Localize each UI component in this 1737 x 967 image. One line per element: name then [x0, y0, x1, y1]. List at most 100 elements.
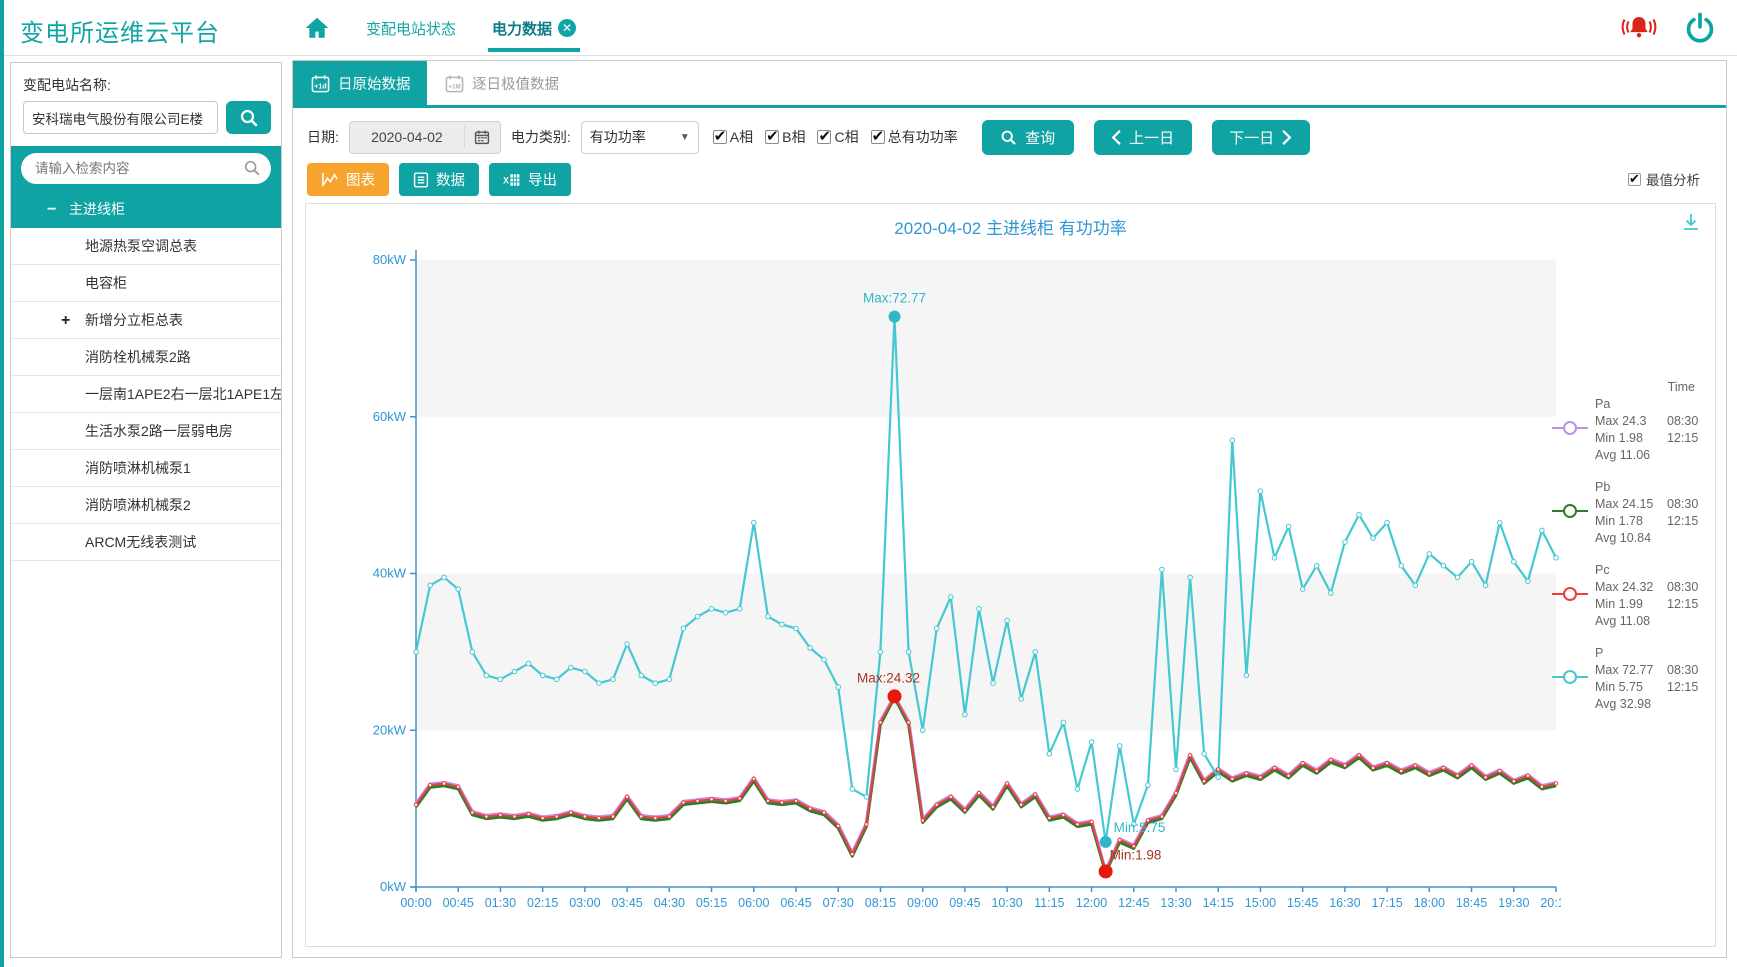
svg-text:16:30: 16:30 [1329, 896, 1360, 910]
checkbox-icon [1628, 173, 1641, 186]
station-name-label: 变配电站名称: [23, 75, 281, 95]
svg-text:80kW: 80kW [373, 252, 407, 267]
legend-min-row: Min 1.9812:15 [1595, 430, 1709, 447]
tree-item[interactable]: −主进线柜 [11, 191, 281, 228]
tree-item[interactable]: 电容柜 [11, 265, 281, 302]
tree-item-label: 消防喷淋机械泵1 [85, 460, 191, 476]
phase-checkbox[interactable]: B相 [765, 127, 805, 147]
power-type-value: 有功功率 [590, 127, 646, 147]
tree-item[interactable]: 地源热泵空调总表 [11, 228, 281, 265]
tree-item-label: 消防喷淋机械泵2 [85, 497, 191, 513]
chevron-right-icon [1282, 130, 1292, 145]
nav-tab-label: 变配电站状态 [366, 18, 456, 39]
svg-text:15:00: 15:00 [1245, 896, 1276, 910]
download-icon[interactable] [1681, 212, 1701, 232]
svg-text:60kW: 60kW [373, 409, 407, 424]
next-day-label: 下一日 [1229, 127, 1274, 148]
chart-svg: 0kW20kW40kW60kW80kW00:0000:4501:3002:150… [306, 232, 1561, 944]
calendar-month-icon: +1M [445, 74, 464, 93]
legend-entry[interactable]: Pc Max 24.3208:30 Min 1.9912:15 Avg 11.0… [1551, 562, 1709, 630]
tree-item[interactable]: 生活水泵2路一层弱电房 [11, 413, 281, 450]
next-day-button[interactable]: 下一日 [1212, 120, 1310, 155]
prev-day-button[interactable]: 上一日 [1094, 120, 1192, 155]
sidebar: 变配电站名称: −主进线柜地源热泵空调总表电容柜+ 新增分立柜总表消防栓机械泵2路… [10, 62, 282, 958]
tree-item-label: 地源热泵空调总表 [85, 238, 197, 254]
legend-avg-row: Avg 11.06 [1595, 447, 1709, 464]
expand-icon[interactable]: + [61, 302, 70, 339]
power-logout-icon[interactable] [1685, 12, 1715, 44]
svg-text:08:15: 08:15 [865, 896, 896, 910]
line-chart-icon [321, 172, 339, 188]
tree-item-label: 消防栓机械泵2路 [85, 349, 191, 365]
nav-tab-station-status[interactable]: 变配电站状态 [366, 0, 456, 56]
legend-avg-row: Avg 10.84 [1595, 530, 1709, 547]
power-type-select[interactable]: 有功功率 ▼ [581, 121, 699, 154]
svg-text:09:45: 09:45 [949, 896, 980, 910]
date-value: 2020-04-02 [350, 129, 464, 145]
nav-tab-power-data[interactable]: 电力数据 ✕ [492, 0, 576, 56]
export-button[interactable]: X 导出 [489, 163, 571, 196]
legend-series-name: Pa [1595, 396, 1709, 413]
tree-item[interactable]: 消防喷淋机械泵1 [11, 450, 281, 487]
chart-legend: Time Pa Max 24.308:30 Min 1.9812:15 Avg … [1551, 396, 1709, 728]
legend-min-row: Min 5.7512:15 [1595, 679, 1709, 696]
svg-text:03:00: 03:00 [569, 896, 600, 910]
legend-entry[interactable]: Time Pa Max 24.308:30 Min 1.9812:15 Avg … [1551, 396, 1709, 464]
phase-checkbox-group: A相 B相 C相总有功功率 [713, 127, 958, 147]
station-name-input[interactable] [23, 101, 218, 134]
legend-series-name: P [1595, 645, 1709, 662]
tree-item[interactable]: ARCM无线表测试 [11, 524, 281, 561]
excel-export-icon: X [503, 172, 521, 188]
data-view-button[interactable]: 数据 [399, 163, 479, 196]
legend-max-row: Max 24.308:30 [1595, 413, 1709, 430]
tab-daily-extreme-data[interactable]: +1M 逐日极值数据 [427, 61, 577, 105]
tree-filter-input[interactable] [21, 153, 271, 184]
max-analysis-checkbox[interactable]: 最值分析 [1628, 169, 1700, 189]
svg-text:01:30: 01:30 [485, 896, 516, 910]
svg-text:Min:1.98: Min:1.98 [1110, 847, 1162, 862]
app-header: 变电所运维云平台 变配电站状态 电力数据 ✕ [4, 0, 1737, 56]
station-tree: −主进线柜地源热泵空调总表电容柜+ 新增分立柜总表消防栓机械泵2路一层南1APE2… [11, 191, 281, 561]
max-analysis-label: 最值分析 [1646, 169, 1700, 189]
close-tab-icon[interactable]: ✕ [558, 19, 576, 37]
svg-text:04:30: 04:30 [654, 896, 685, 910]
phase-checkbox[interactable]: 总有功功率 [871, 127, 958, 147]
app-title: 变电所运维云平台 [20, 13, 220, 48]
alarm-bell-icon[interactable] [1619, 12, 1659, 44]
tree-item[interactable]: + 新增分立柜总表 [11, 302, 281, 339]
left-accent-stripe [0, 0, 4, 967]
view-toolbar: 图表 数据 X 导出 [307, 163, 571, 196]
svg-text:07:30: 07:30 [823, 896, 854, 910]
tab-daily-raw-data[interactable]: +1d 日原始数据 [293, 61, 429, 105]
legend-marker-icon [1551, 503, 1589, 519]
home-icon[interactable] [304, 15, 330, 41]
checkbox-icon [765, 130, 779, 144]
tree-item-label: 主进线柜 [69, 201, 125, 217]
query-button-label: 查询 [1025, 127, 1055, 148]
legend-min-row: Min 1.9912:15 [1595, 596, 1709, 613]
date-picker[interactable]: 2020-04-02 [349, 121, 501, 154]
phase-checkbox[interactable]: A相 [713, 127, 753, 147]
data-view-label: 数据 [436, 169, 465, 190]
legend-entry[interactable]: Pb Max 24.1508:30 Min 1.7812:15 Avg 10.8… [1551, 479, 1709, 547]
tree-item[interactable]: 一层南1APE2右一层北1APE1左 [11, 376, 281, 413]
search-icon [239, 108, 259, 128]
phase-checkbox[interactable]: C相 [817, 127, 858, 147]
svg-text:Max:72.77: Max:72.77 [863, 291, 926, 306]
checkbox-icon [817, 130, 831, 144]
calendar-day-icon: +1d [311, 74, 330, 93]
legend-entry[interactable]: P Max 72.7708:30 Min 5.7512:15 Avg 32.98 [1551, 645, 1709, 713]
svg-text:20:15: 20:15 [1540, 896, 1561, 910]
collapse-icon[interactable]: − [47, 191, 56, 228]
legend-marker-icon [1551, 669, 1589, 685]
svg-text:15:45: 15:45 [1287, 896, 1318, 910]
query-button[interactable]: 查询 [982, 120, 1074, 155]
checkbox-icon [871, 130, 885, 144]
phase-checkbox-label: A相 [730, 127, 753, 147]
tree-item[interactable]: 消防喷淋机械泵2 [11, 487, 281, 524]
tree-item-label: 新增分立柜总表 [85, 312, 183, 328]
chart-view-button[interactable]: 图表 [307, 163, 389, 196]
tree-item[interactable]: 消防栓机械泵2路 [11, 339, 281, 376]
tree-item-label: 生活水泵2路一层弱电房 [85, 423, 233, 439]
station-search-button[interactable] [226, 101, 271, 134]
